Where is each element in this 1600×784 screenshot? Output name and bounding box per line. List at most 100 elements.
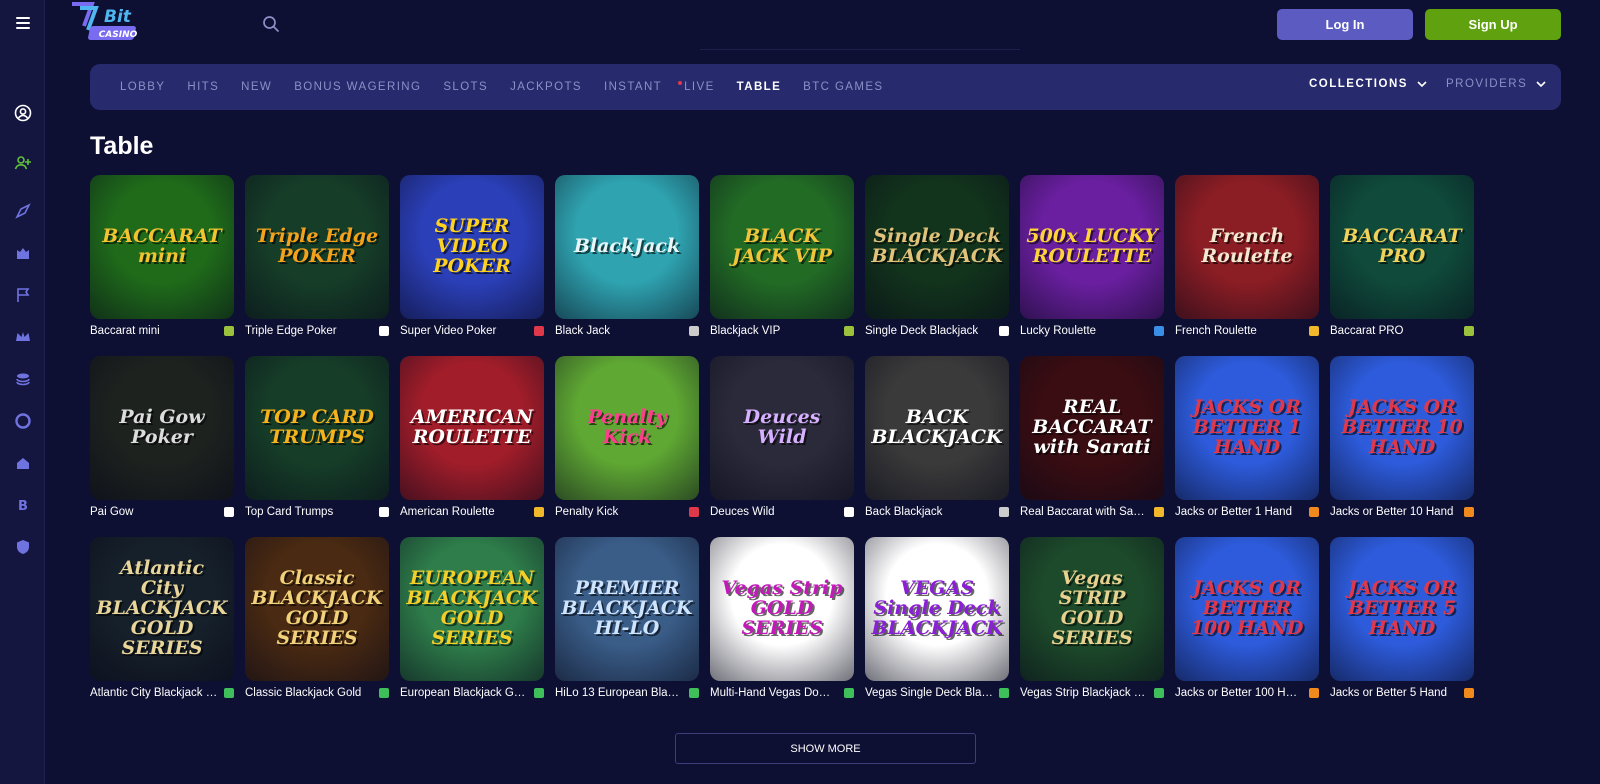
game-name[interactable]: Jacks or Better 10 Hand <box>1330 506 1458 518</box>
game-thumbnail[interactable]: Penalty Kick <box>555 356 699 500</box>
collections-dropdown[interactable]: COLLECTIONS <box>1309 78 1428 90</box>
tab-bonus-wagering[interactable]: BONUS WAGERING <box>294 81 421 93</box>
game-name[interactable]: American Roulette <box>400 506 528 518</box>
game-card[interactable]: JACKS OR BETTER 100 HAND Jacks or Better … <box>1175 537 1319 707</box>
game-card[interactable]: Single Deck BLACKJACK Single Deck Blackja… <box>865 175 1009 345</box>
rocket-icon[interactable] <box>10 198 35 223</box>
game-thumbnail[interactable]: PREMIER BLACKJACK HI-LO <box>555 537 699 681</box>
game-card[interactable]: Classic BLACKJACK GOLD SERIES Classic Bla… <box>245 537 389 707</box>
game-name[interactable]: Baccarat PRO <box>1330 325 1458 337</box>
game-name[interactable]: Single Deck Blackjack <box>865 325 993 337</box>
game-name[interactable]: Pai Gow <box>90 506 218 518</box>
tab-new[interactable]: NEW <box>241 81 272 93</box>
game-card[interactable]: Vegas STRIP GOLD SERIES Vegas Strip Black… <box>1020 537 1164 707</box>
game-thumbnail[interactable]: BACCARAT PRO <box>1330 175 1474 319</box>
game-thumbnail[interactable]: JACKS OR BETTER 100 HAND <box>1175 537 1319 681</box>
search-icon[interactable] <box>262 15 280 33</box>
game-card[interactable]: JACKS OR BETTER 5 HAND Jacks or Better 5 … <box>1330 537 1474 707</box>
game-thumbnail[interactable]: BACK BLACKJACK <box>865 356 1009 500</box>
tab-live[interactable]: LIVE <box>678 81 715 93</box>
tab-instant[interactable]: INSTANT <box>604 81 662 93</box>
game-thumbnail[interactable]: AMERICAN ROULETTE <box>400 356 544 500</box>
game-card[interactable]: JACKS OR BETTER 1 HAND Jacks or Better 1 … <box>1175 356 1319 526</box>
add-user-icon[interactable] <box>10 150 35 175</box>
game-card[interactable]: Deuces Wild Deuces Wild <box>710 356 854 526</box>
game-name[interactable]: French Roulette <box>1175 325 1303 337</box>
game-card[interactable]: BLACK JACK VIP Blackjack VIP <box>710 175 854 345</box>
game-thumbnail[interactable]: BlackJack <box>555 175 699 319</box>
game-name[interactable]: Jacks or Better 1 Hand <box>1175 506 1303 518</box>
game-thumbnail[interactable]: EUROPEAN BLACKJACK GOLD SERIES <box>400 537 544 681</box>
game-card[interactable]: 500x LUCKY ROULETTE Lucky Roulette <box>1020 175 1164 345</box>
game-thumbnail[interactable]: Vegas STRIP GOLD SERIES <box>1020 537 1164 681</box>
game-card[interactable]: Atlantic City BLACKJACK GOLD SERIES Atlan… <box>90 537 234 707</box>
game-name[interactable]: Real Baccarat with Sarati <box>1020 506 1148 518</box>
game-name[interactable]: Multi-Hand Vegas Downtown Blackjack Gold <box>710 687 838 699</box>
game-name[interactable]: Back Blackjack <box>865 506 993 518</box>
game-thumbnail[interactable]: Atlantic City BLACKJACK GOLD SERIES <box>90 537 234 681</box>
shield-icon[interactable] <box>10 534 35 559</box>
tab-btc-games[interactable]: BTC GAMES <box>803 81 883 93</box>
game-thumbnail[interactable]: SUPER VIDEO POKER <box>400 175 544 319</box>
game-thumbnail[interactable]: Vegas Strip GOLD SERIES <box>710 537 854 681</box>
game-thumbnail[interactable]: Pai Gow Poker <box>90 356 234 500</box>
game-name[interactable]: Lucky Roulette <box>1020 325 1148 337</box>
signup-button[interactable]: Sign Up <box>1425 9 1561 40</box>
game-name[interactable]: Jacks or Better 100 Hand <box>1175 687 1303 699</box>
game-thumbnail[interactable]: JACKS OR BETTER 1 HAND <box>1175 356 1319 500</box>
game-thumbnail[interactable]: VEGAS Single Deck BLACKJACK <box>865 537 1009 681</box>
game-card[interactable]: AMERICAN ROULETTE American Roulette <box>400 356 544 526</box>
game-name[interactable]: Black Jack <box>555 325 683 337</box>
game-card[interactable]: REAL BACCARAT with Sarati Real Baccarat w… <box>1020 356 1164 526</box>
game-thumbnail[interactable]: REAL BACCARAT with Sarati <box>1020 356 1164 500</box>
game-card[interactable]: French Roulette French Roulette <box>1175 175 1319 345</box>
game-card[interactable]: EUROPEAN BLACKJACK GOLD SERIES European B… <box>400 537 544 707</box>
login-button[interactable]: Log In <box>1277 9 1413 40</box>
user-icon[interactable] <box>10 100 35 125</box>
tab-hits[interactable]: HITS <box>187 81 219 93</box>
game-thumbnail[interactable]: Single Deck BLACKJACK <box>865 175 1009 319</box>
support-icon[interactable] <box>10 408 35 433</box>
game-thumbnail[interactable]: BLACK JACK VIP <box>710 175 854 319</box>
game-card[interactable]: SUPER VIDEO POKER Super Video Poker <box>400 175 544 345</box>
game-name[interactable]: Vegas Single Deck Blackjack Gold <box>865 687 993 699</box>
game-name[interactable]: Blackjack VIP <box>710 325 838 337</box>
game-card[interactable]: Vegas Strip GOLD SERIES Multi-Hand Vegas … <box>710 537 854 707</box>
game-name[interactable]: Deuces Wild <box>710 506 838 518</box>
tab-lobby[interactable]: LOBBY <box>120 81 165 93</box>
game-thumbnail[interactable]: JACKS OR BETTER 10 HAND <box>1330 356 1474 500</box>
game-card[interactable]: TOP CARD TRUMPS Top Card Trumps <box>245 356 389 526</box>
game-card[interactable]: Triple Edge POKER Triple Edge Poker <box>245 175 389 345</box>
providers-dropdown[interactable]: PROVIDERS <box>1446 78 1547 90</box>
tab-table[interactable]: TABLE <box>737 81 781 93</box>
game-thumbnail[interactable]: Triple Edge POKER <box>245 175 389 319</box>
game-thumbnail[interactable]: BACCARAT mini <box>90 175 234 319</box>
game-card[interactable]: JACKS OR BETTER 10 HAND Jacks or Better 1… <box>1330 356 1474 526</box>
game-name[interactable]: Atlantic City Blackjack Gold <box>90 687 218 699</box>
logo[interactable]: Bit CASINO <box>68 0 148 46</box>
bitcoin-icon[interactable]: B <box>10 492 35 517</box>
castle-icon[interactable] <box>10 240 35 265</box>
game-thumbnail[interactable]: JACKS OR BETTER 5 HAND <box>1330 537 1474 681</box>
game-thumbnail[interactable]: Classic BLACKJACK GOLD SERIES <box>245 537 389 681</box>
flag-icon[interactable] <box>10 282 35 307</box>
crown-icon[interactable] <box>10 324 35 349</box>
tab-jackpots[interactable]: JACKPOTS <box>510 81 582 93</box>
game-name[interactable]: Jacks or Better 5 Hand <box>1330 687 1458 699</box>
game-name[interactable]: Penalty Kick <box>555 506 683 518</box>
show-more-button[interactable]: SHOW MORE <box>675 733 976 764</box>
game-name[interactable]: Triple Edge Poker <box>245 325 373 337</box>
game-thumbnail[interactable]: 500x LUCKY ROULETTE <box>1020 175 1164 319</box>
game-name[interactable]: Super Video Poker <box>400 325 528 337</box>
game-name[interactable]: European Blackjack Gold <box>400 687 528 699</box>
game-card[interactable]: PREMIER BLACKJACK HI-LO HiLo 13 European … <box>555 537 699 707</box>
game-card[interactable]: BACK BLACKJACK Back Blackjack <box>865 356 1009 526</box>
game-card[interactable]: BACCARAT mini Baccarat mini <box>90 175 234 345</box>
game-card[interactable]: BACCARAT PRO Baccarat PRO <box>1330 175 1474 345</box>
game-name[interactable]: Baccarat mini <box>90 325 218 337</box>
chips-icon[interactable] <box>10 366 35 391</box>
game-card[interactable]: Penalty Kick Penalty Kick <box>555 356 699 526</box>
game-thumbnail[interactable]: TOP CARD TRUMPS <box>245 356 389 500</box>
menu-icon[interactable] <box>10 10 35 35</box>
game-name[interactable]: HiLo 13 European Blackjack Gold <box>555 687 683 699</box>
